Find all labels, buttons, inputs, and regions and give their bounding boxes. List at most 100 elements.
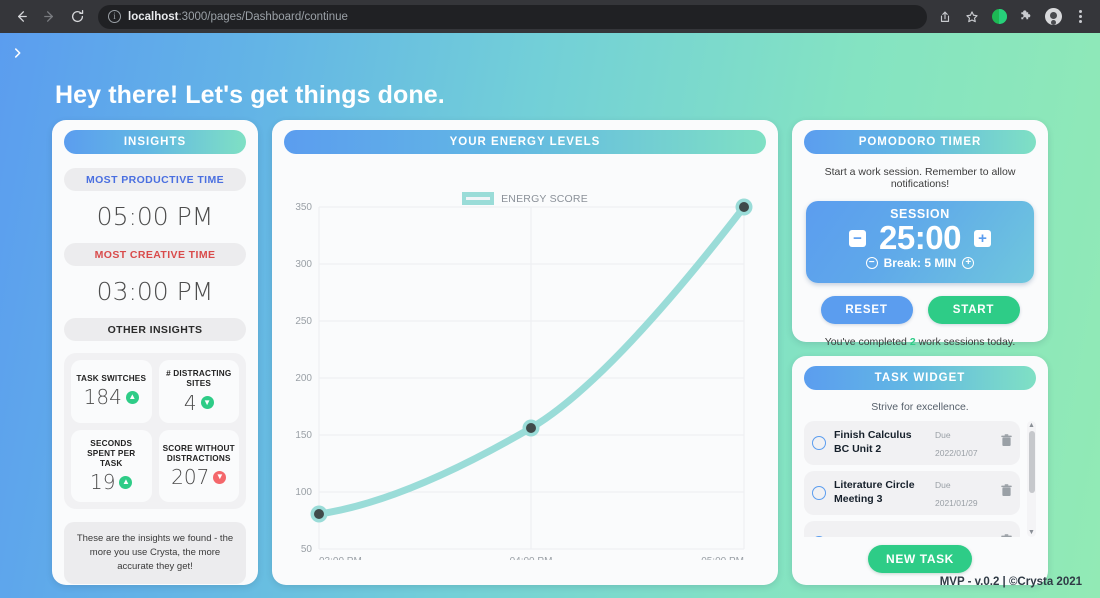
session-time-value: 25:00 (879, 219, 961, 256)
legend-label: ENERGY SCORE (501, 192, 588, 205)
most-productive-time-label: MOST PRODUCTIVE TIME (64, 168, 246, 191)
trash-icon[interactable] (1001, 484, 1012, 502)
sessions-completed-text: You've completed 2 work sessions today. (792, 336, 1048, 348)
insights-note: These are the insights we found - the mo… (64, 522, 246, 584)
stat-label: SECONDS SPENT PER TASK (87, 438, 136, 469)
task-title: Finish Calculus BC Unit 2 (834, 429, 912, 455)
task-due-date: 2021/01/29 (935, 498, 978, 508)
trash-icon[interactable] (1001, 534, 1012, 537)
svg-text:300: 300 (295, 259, 312, 270)
circle-checkbox-icon[interactable] (812, 436, 826, 450)
new-task-button[interactable]: NEW TASK (868, 545, 972, 573)
most-productive-time-value: 05:00 PM (96, 202, 214, 231)
stat-value: 19 (90, 470, 116, 495)
reload-button[interactable] (64, 4, 90, 30)
address-bar[interactable]: i localhost:3000/pages/Dashboard/continu… (98, 4, 927, 29)
energy-chart-title: YOUR ENERGY LEVELS (284, 130, 766, 154)
svg-text:200: 200 (295, 373, 312, 384)
app-footer: MVP - v.0.2 | ©Crysta 2021 (939, 576, 1082, 588)
stat-label: SCORE WITHOUT DISTRACTIONS (162, 443, 235, 463)
plus-square-icon[interactable]: + (973, 229, 991, 247)
stat-card-score-without-distractions: SCORE WITHOUT DISTRACTIONS 207 ▼ (158, 429, 239, 503)
svg-text:50: 50 (301, 544, 313, 555)
task-due: Due 2022/01/07 (935, 425, 993, 461)
break-label: Break: 5 MIN (883, 256, 957, 270)
most-creative-time-label: MOST CREATIVE TIME (64, 243, 246, 266)
minus-square-icon[interactable]: − (849, 229, 867, 247)
task-due-label: Due (935, 480, 951, 490)
stat-label: TASK SWITCHES (76, 374, 147, 384)
task-title: Literature Circle Meeting 3 (834, 479, 915, 505)
insights-title: INSIGHTS (64, 130, 246, 154)
other-insights-label: OTHER INSIGHTS (64, 318, 246, 341)
session-timer: SESSION − 25:00 + − Break: 5 MIN + (806, 201, 1034, 283)
profile-avatar-icon[interactable] (1041, 5, 1065, 29)
trend-down-icon: ▼ (213, 470, 227, 484)
pomodoro-panel: POMODORO TIMER Start a work session. Rem… (792, 120, 1048, 348)
scrollbar-thumb[interactable] (1028, 431, 1035, 493)
svg-text:04:00 PM: 04:00 PM (510, 556, 553, 560)
url-text: localhost:3000/pages/Dashboard/continue (128, 11, 348, 23)
insights-panel: INSIGHTS MOST PRODUCTIVE TIME 05:00 PM M… (52, 120, 258, 585)
sessions-suffix: work sessions today. (915, 336, 1016, 348)
forward-button[interactable] (36, 4, 62, 30)
stat-value: 207 (171, 465, 210, 490)
stat-label: # DISTRACTING SITES (166, 369, 232, 389)
trash-icon[interactable] (1001, 434, 1012, 452)
share-icon[interactable] (933, 5, 957, 29)
svg-text:03:00 PM: 03:00 PM (319, 556, 362, 560)
task-due-date: 2022/01/07 (935, 448, 978, 458)
circle-checkbox-icon[interactable] (812, 486, 826, 500)
scroll-up-arrow-icon[interactable]: ▲ (1028, 422, 1035, 429)
task-due: Due (935, 534, 993, 537)
task-title: English - Final (834, 536, 927, 537)
circle-checkbox-icon[interactable] (812, 536, 826, 537)
trend-up-icon: ▲ (125, 390, 139, 404)
svg-text:100: 100 (295, 487, 312, 498)
minus-circle-icon[interactable]: − (865, 257, 878, 269)
kebab-menu-icon[interactable] (1068, 5, 1092, 29)
url-host: localhost (128, 10, 179, 23)
task-row[interactable]: English - Final Due (804, 521, 1020, 537)
puzzle-piece-icon[interactable] (1014, 5, 1038, 29)
stat-card-distracting-sites: # DISTRACTING SITES 4 ▼ (158, 360, 239, 423)
task-widget-panel: TASK WIDGET Strive for excellence. Finis… (792, 356, 1048, 585)
start-button[interactable]: START (927, 296, 1020, 324)
stat-card-seconds-per-task: SECONDS SPENT PER TASK 19 ▲ (71, 429, 152, 503)
insight-stats-grid: TASK SWITCHES 184 ▲ # DISTRACTING SITES … (64, 353, 246, 510)
chart-legend: ENERGY SCORE (272, 192, 778, 205)
svg-text:05:00 PM: 05:00 PM (701, 556, 744, 560)
trend-down-icon: ▼ (200, 396, 214, 409)
browser-toolbar: i localhost:3000/pages/Dashboard/continu… (0, 0, 1100, 33)
extension-dot-icon[interactable] (987, 5, 1011, 29)
stat-card-task-switches: TASK SWITCHES 184 ▲ (71, 360, 152, 423)
site-info-icon[interactable]: i (108, 10, 121, 23)
reset-button[interactable]: RESET (820, 296, 913, 324)
trend-up-icon: ▲ (119, 475, 133, 489)
url-path: :3000/pages/Dashboard/continue (178, 10, 348, 23)
scroll-down-arrow-icon[interactable]: ▼ (1028, 529, 1035, 536)
pomodoro-title: POMODORO TIMER (804, 130, 1036, 154)
toolbar-actions (933, 5, 1092, 29)
energy-chart-panel: YOUR ENERGY LEVELS ENERGY SCORE 350 300 … (272, 120, 778, 585)
most-creative-time-value: 03:00 PM (96, 277, 214, 306)
chevron-right-icon[interactable] (9, 43, 25, 63)
chart-canvas: 350 300 250 200 150 100 50 03:00 PM 04:0… (295, 198, 753, 560)
task-list-container: Finish Calculus BC Unit 2 Due 2022/01/07 (804, 421, 1036, 537)
star-icon[interactable] (960, 5, 984, 29)
energy-line-chart: ENERGY SCORE 350 300 250 200 150 100 50 (272, 160, 778, 560)
sessions-prefix: You've completed (824, 336, 910, 348)
task-row[interactable]: Finish Calculus BC Unit 2 Due 2022/01/07 (804, 421, 1020, 465)
page-title: Hey there! Let's get things done. (55, 81, 445, 109)
svg-text:150: 150 (295, 430, 312, 441)
task-widget-subtitle: Strive for excellence. (871, 401, 969, 413)
task-row[interactable]: Literature Circle Meeting 3 Due 2021/01/… (804, 471, 1020, 515)
task-list-scrollbar[interactable]: ▲ ▼ (1027, 421, 1036, 537)
task-list: Finish Calculus BC Unit 2 Due 2022/01/07 (804, 421, 1036, 537)
pomodoro-subtitle: Start a work session. Remember to allow … (824, 166, 1016, 190)
task-widget-title: TASK WIDGET (804, 366, 1036, 390)
legend-swatch-icon (462, 192, 495, 205)
back-button[interactable] (8, 4, 34, 30)
stat-value: 184 (83, 385, 122, 410)
plus-circle-icon[interactable]: + (962, 257, 975, 269)
